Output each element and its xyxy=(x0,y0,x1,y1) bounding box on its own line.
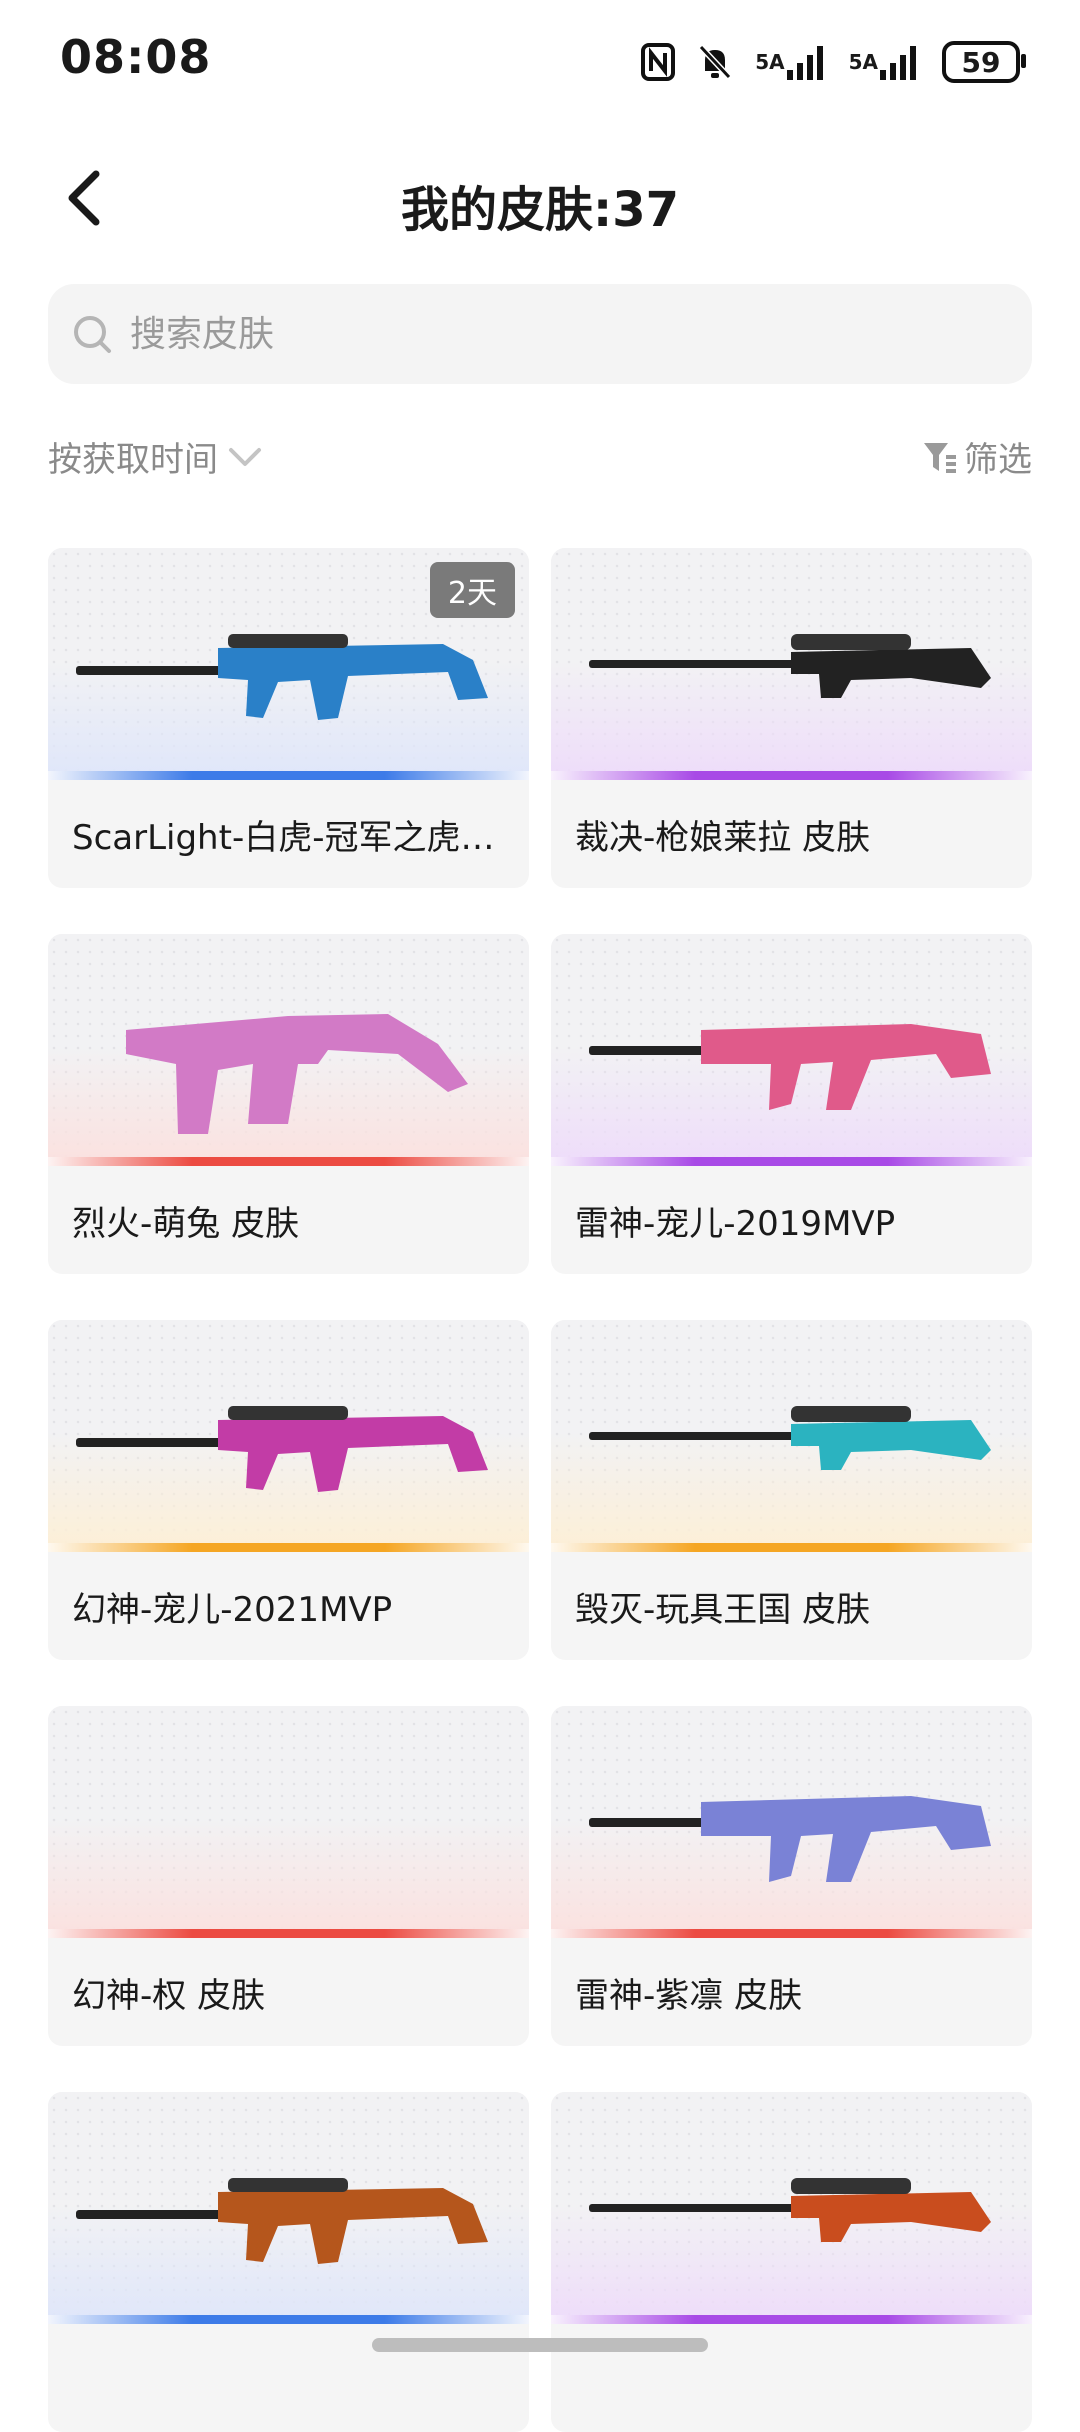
expiry-badge: 2天 xyxy=(429,562,515,618)
weapon-image xyxy=(589,1796,991,1882)
top-app-bar: 我的皮肤:37 xyxy=(0,150,1080,250)
skin-card[interactable]: 幻神-权 皮肤 xyxy=(48,1706,529,2046)
signal-icon-2: 5A xyxy=(849,42,920,82)
skin-thumbnail xyxy=(48,934,529,1166)
skin-name: 雷神-宠儿-2019MVP xyxy=(575,1204,896,1244)
search-bar[interactable] xyxy=(48,284,1032,384)
skin-card[interactable]: 毁灭-玩具王国 皮肤 xyxy=(551,1320,1032,1660)
battery-indicator: 59 xyxy=(942,41,1026,83)
rarity-bar xyxy=(48,1157,529,1166)
skin-name: ScarLight-白虎-冠军之虎… xyxy=(72,818,495,858)
skin-thumbnail xyxy=(551,934,1032,1166)
status-icons: 5A 5A 59 xyxy=(641,38,1026,86)
skin-thumbnail xyxy=(551,548,1032,780)
rarity-bar xyxy=(48,1929,529,1938)
sort-dropdown[interactable]: 按获取时间 xyxy=(48,432,262,481)
rarity-bar xyxy=(551,771,1032,780)
skin-name: 烈火-萌兔 皮肤 xyxy=(72,1204,300,1244)
weapon-image xyxy=(589,1406,991,1470)
skin-card[interactable]: 2天 ScarLight-白虎-冠军之虎… xyxy=(48,548,529,888)
skin-name: 幻神-宠儿-2021MVP xyxy=(72,1590,393,1630)
rarity-bar xyxy=(48,771,529,780)
rarity-bar xyxy=(551,1157,1032,1166)
weapon-image xyxy=(589,1024,991,1110)
filter-icon xyxy=(922,439,958,475)
skin-name: 幻神-权 皮肤 xyxy=(72,1976,266,2016)
skin-grid: 2天 ScarLight-白虎-冠军之虎… 裁决-枪娘莱拉 皮肤 烈火-萌兔 皮肤 雷神… xyxy=(48,548,1032,2432)
weapon-image xyxy=(76,2178,488,2264)
page-title: 我的皮肤:37 xyxy=(401,182,679,238)
rarity-bar xyxy=(48,1543,529,1552)
skin-thumbnail: 2天 xyxy=(48,548,529,780)
skin-thumbnail xyxy=(48,1706,529,1938)
skin-thumbnail xyxy=(48,2092,529,2324)
skin-card[interactable] xyxy=(551,2092,1032,2432)
rarity-bar xyxy=(551,1543,1032,1552)
search-icon xyxy=(70,312,114,356)
skin-card[interactable]: 裁决-枪娘莱拉 皮肤 xyxy=(551,548,1032,888)
skin-thumbnail xyxy=(551,1706,1032,1938)
nfc-icon xyxy=(641,42,676,82)
rarity-bar xyxy=(48,2315,529,2324)
skin-card[interactable]: 雷神-紫凛 皮肤 xyxy=(551,1706,1032,2046)
skin-thumbnail xyxy=(551,1320,1032,1552)
search-input[interactable] xyxy=(128,312,992,356)
skin-card[interactable]: 幻神-宠儿-2021MVP xyxy=(48,1320,529,1660)
filter-button[interactable]: 筛选 xyxy=(922,432,1032,481)
status-bar: 08:08 5A 5A 59 xyxy=(0,0,1080,120)
signal-icon-1: 5A xyxy=(755,42,826,82)
skin-card[interactable]: 雷神-宠儿-2019MVP xyxy=(551,934,1032,1274)
rarity-bar xyxy=(551,1929,1032,1938)
status-time: 08:08 xyxy=(60,30,212,84)
weapon-image xyxy=(76,1406,488,1492)
filter-label: 筛选 xyxy=(964,440,1032,480)
weapon-image xyxy=(589,634,991,698)
rarity-bar xyxy=(551,2315,1032,2324)
weapon-image xyxy=(126,1014,468,1134)
skin-card[interactable]: 烈火-萌兔 皮肤 xyxy=(48,934,529,1274)
skin-name: 裁决-枪娘莱拉 皮肤 xyxy=(575,818,871,858)
skin-thumbnail xyxy=(551,2092,1032,2324)
weapon-image xyxy=(589,2178,991,2242)
mute-bell-icon xyxy=(697,42,733,82)
skin-thumbnail xyxy=(48,1320,529,1552)
skin-name: 雷神-紫凛 皮肤 xyxy=(575,1976,803,2016)
home-indicator[interactable] xyxy=(372,2338,708,2352)
sort-label: 按获取时间 xyxy=(48,440,218,480)
rarity-glow xyxy=(48,1818,529,1938)
skin-name: 毁灭-玩具王国 皮肤 xyxy=(575,1590,871,1630)
skin-card[interactable] xyxy=(48,2092,529,2432)
chevron-down-icon xyxy=(228,446,262,468)
